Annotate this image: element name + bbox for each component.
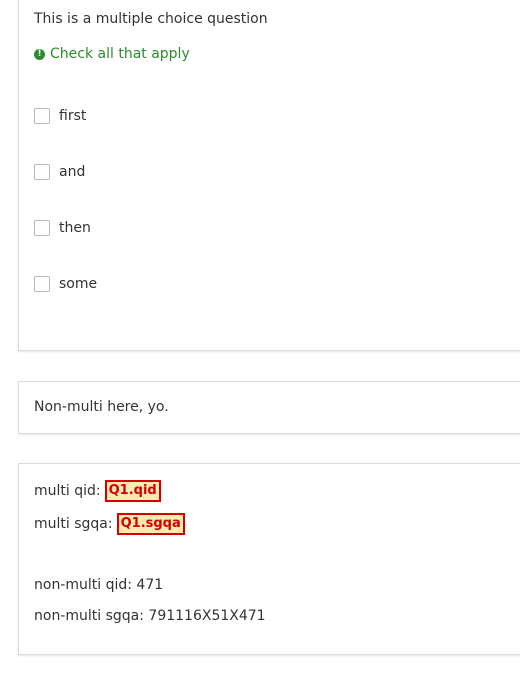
option-some[interactable]: some	[34, 276, 97, 292]
multi-qid-label: multi qid:	[34, 483, 101, 499]
non-multi-panel: Non-multi here, yo.	[18, 381, 520, 434]
checkbox[interactable]	[34, 164, 50, 180]
option-label: then	[59, 220, 91, 236]
option-then[interactable]: then	[34, 220, 91, 236]
non-multi-text: Non-multi here, yo.	[34, 399, 169, 415]
multi-sgqa-error-tag: Q1.sgqa	[116, 513, 185, 535]
option-label: some	[59, 276, 98, 292]
multi-qid-error-tag: Q1.qid	[104, 480, 161, 502]
checkbox[interactable]	[34, 276, 50, 292]
multi-sgqa-label: multi sgqa:	[34, 516, 113, 532]
option-label: and	[59, 164, 86, 180]
non-multi-qid-line: non-multi qid: 471	[34, 577, 164, 593]
info-panel: multi qid: Q1.qid multi sgqa: Q1.sgqa no…	[18, 463, 520, 655]
option-first[interactable]: first	[34, 108, 86, 124]
help-text-label: Check all that apply	[50, 46, 190, 62]
checkbox[interactable]	[34, 220, 50, 236]
option-label: first	[59, 108, 87, 124]
multi-qid-line: multi qid: Q1.qid	[34, 480, 161, 502]
help-text: ! Check all that apply	[34, 46, 190, 62]
question-text: This is a multiple choice question	[34, 11, 268, 27]
non-multi-sgqa-line: non-multi sgqa: 791116X51X471	[34, 608, 266, 624]
checkbox[interactable]	[34, 108, 50, 124]
option-and[interactable]: and	[34, 164, 85, 180]
question-panel: This is a multiple choice question ! Che…	[18, 0, 520, 351]
multi-sgqa-line: multi sgqa: Q1.sgqa	[34, 513, 185, 535]
exclamation-circle-icon: !	[34, 48, 45, 60]
